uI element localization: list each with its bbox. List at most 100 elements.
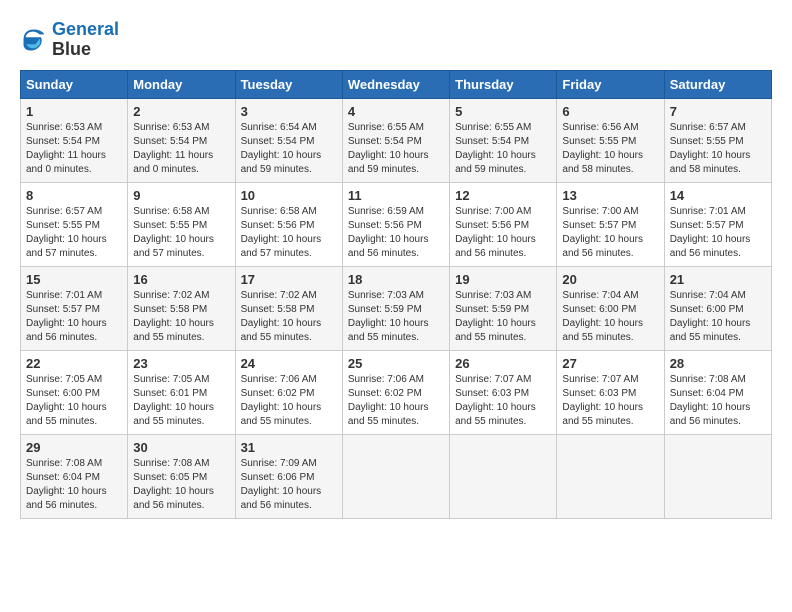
- day-number: 30: [133, 440, 229, 455]
- day-number: 22: [26, 356, 122, 371]
- day-info: Sunrise: 7:00 AM Sunset: 5:57 PM Dayligh…: [562, 205, 658, 261]
- calendar-cell: 10 Sunrise: 6:58 AM Sunset: 5:56 PM Dayl…: [235, 182, 342, 266]
- day-info: Sunrise: 7:02 AM Sunset: 5:58 PM Dayligh…: [133, 289, 229, 345]
- calendar-table: SundayMondayTuesdayWednesdayThursdayFrid…: [20, 70, 772, 519]
- calendar-cell: 26 Sunrise: 7:07 AM Sunset: 6:03 PM Dayl…: [450, 350, 557, 434]
- day-info: Sunrise: 6:59 AM Sunset: 5:56 PM Dayligh…: [348, 205, 444, 261]
- day-number: 1: [26, 104, 122, 119]
- day-number: 13: [562, 188, 658, 203]
- day-number: 8: [26, 188, 122, 203]
- day-number: 28: [670, 356, 766, 371]
- day-info: Sunrise: 6:57 AM Sunset: 5:55 PM Dayligh…: [26, 205, 122, 261]
- calendar-cell: [450, 434, 557, 518]
- day-number: 9: [133, 188, 229, 203]
- calendar-cell: 4 Sunrise: 6:55 AM Sunset: 5:54 PM Dayli…: [342, 98, 449, 182]
- day-info: Sunrise: 7:00 AM Sunset: 5:56 PM Dayligh…: [455, 205, 551, 261]
- calendar-cell: 16 Sunrise: 7:02 AM Sunset: 5:58 PM Dayl…: [128, 266, 235, 350]
- calendar-cell: 21 Sunrise: 7:04 AM Sunset: 6:00 PM Dayl…: [664, 266, 771, 350]
- week-row-2: 8 Sunrise: 6:57 AM Sunset: 5:55 PM Dayli…: [21, 182, 772, 266]
- calendar-cell: [664, 434, 771, 518]
- calendar-cell: 11 Sunrise: 6:59 AM Sunset: 5:56 PM Dayl…: [342, 182, 449, 266]
- day-number: 7: [670, 104, 766, 119]
- weekday-header-row: SundayMondayTuesdayWednesdayThursdayFrid…: [21, 70, 772, 98]
- calendar-cell: 6 Sunrise: 6:56 AM Sunset: 5:55 PM Dayli…: [557, 98, 664, 182]
- week-row-5: 29 Sunrise: 7:08 AM Sunset: 6:04 PM Dayl…: [21, 434, 772, 518]
- day-info: Sunrise: 7:05 AM Sunset: 6:01 PM Dayligh…: [133, 373, 229, 429]
- day-info: Sunrise: 7:08 AM Sunset: 6:04 PM Dayligh…: [26, 457, 122, 513]
- day-number: 31: [241, 440, 337, 455]
- day-info: Sunrise: 7:06 AM Sunset: 6:02 PM Dayligh…: [241, 373, 337, 429]
- day-info: Sunrise: 7:03 AM Sunset: 5:59 PM Dayligh…: [455, 289, 551, 345]
- day-number: 19: [455, 272, 551, 287]
- day-info: Sunrise: 7:09 AM Sunset: 6:06 PM Dayligh…: [241, 457, 337, 513]
- day-info: Sunrise: 7:07 AM Sunset: 6:03 PM Dayligh…: [562, 373, 658, 429]
- calendar-cell: 27 Sunrise: 7:07 AM Sunset: 6:03 PM Dayl…: [557, 350, 664, 434]
- day-info: Sunrise: 7:04 AM Sunset: 6:00 PM Dayligh…: [670, 289, 766, 345]
- weekday-header-thursday: Thursday: [450, 70, 557, 98]
- week-row-3: 15 Sunrise: 7:01 AM Sunset: 5:57 PM Dayl…: [21, 266, 772, 350]
- calendar-cell: 3 Sunrise: 6:54 AM Sunset: 5:54 PM Dayli…: [235, 98, 342, 182]
- day-info: Sunrise: 7:05 AM Sunset: 6:00 PM Dayligh…: [26, 373, 122, 429]
- day-number: 20: [562, 272, 658, 287]
- week-row-1: 1 Sunrise: 6:53 AM Sunset: 5:54 PM Dayli…: [21, 98, 772, 182]
- day-info: Sunrise: 7:04 AM Sunset: 6:00 PM Dayligh…: [562, 289, 658, 345]
- day-info: Sunrise: 7:07 AM Sunset: 6:03 PM Dayligh…: [455, 373, 551, 429]
- calendar-cell: 30 Sunrise: 7:08 AM Sunset: 6:05 PM Dayl…: [128, 434, 235, 518]
- day-info: Sunrise: 7:06 AM Sunset: 6:02 PM Dayligh…: [348, 373, 444, 429]
- day-number: 3: [241, 104, 337, 119]
- logo: General Blue: [20, 20, 119, 60]
- day-info: Sunrise: 6:56 AM Sunset: 5:55 PM Dayligh…: [562, 121, 658, 177]
- calendar-cell: 24 Sunrise: 7:06 AM Sunset: 6:02 PM Dayl…: [235, 350, 342, 434]
- day-number: 26: [455, 356, 551, 371]
- calendar-cell: 20 Sunrise: 7:04 AM Sunset: 6:00 PM Dayl…: [557, 266, 664, 350]
- day-number: 10: [241, 188, 337, 203]
- weekday-header-tuesday: Tuesday: [235, 70, 342, 98]
- calendar-cell: [342, 434, 449, 518]
- weekday-header-monday: Monday: [128, 70, 235, 98]
- day-info: Sunrise: 6:54 AM Sunset: 5:54 PM Dayligh…: [241, 121, 337, 177]
- day-info: Sunrise: 6:53 AM Sunset: 5:54 PM Dayligh…: [133, 121, 229, 177]
- calendar-cell: 29 Sunrise: 7:08 AM Sunset: 6:04 PM Dayl…: [21, 434, 128, 518]
- day-info: Sunrise: 6:58 AM Sunset: 5:55 PM Dayligh…: [133, 205, 229, 261]
- weekday-header-saturday: Saturday: [664, 70, 771, 98]
- day-number: 27: [562, 356, 658, 371]
- calendar-cell: 18 Sunrise: 7:03 AM Sunset: 5:59 PM Dayl…: [342, 266, 449, 350]
- day-number: 5: [455, 104, 551, 119]
- day-number: 15: [26, 272, 122, 287]
- calendar-cell: 2 Sunrise: 6:53 AM Sunset: 5:54 PM Dayli…: [128, 98, 235, 182]
- day-number: 24: [241, 356, 337, 371]
- day-info: Sunrise: 7:03 AM Sunset: 5:59 PM Dayligh…: [348, 289, 444, 345]
- calendar-cell: 12 Sunrise: 7:00 AM Sunset: 5:56 PM Dayl…: [450, 182, 557, 266]
- calendar-cell: 19 Sunrise: 7:03 AM Sunset: 5:59 PM Dayl…: [450, 266, 557, 350]
- calendar-cell: 25 Sunrise: 7:06 AM Sunset: 6:02 PM Dayl…: [342, 350, 449, 434]
- calendar-cell: 31 Sunrise: 7:09 AM Sunset: 6:06 PM Dayl…: [235, 434, 342, 518]
- calendar-cell: 1 Sunrise: 6:53 AM Sunset: 5:54 PM Dayli…: [21, 98, 128, 182]
- calendar-cell: 7 Sunrise: 6:57 AM Sunset: 5:55 PM Dayli…: [664, 98, 771, 182]
- day-info: Sunrise: 7:08 AM Sunset: 6:04 PM Dayligh…: [670, 373, 766, 429]
- day-number: 25: [348, 356, 444, 371]
- day-number: 4: [348, 104, 444, 119]
- calendar-cell: 14 Sunrise: 7:01 AM Sunset: 5:57 PM Dayl…: [664, 182, 771, 266]
- calendar-cell: [557, 434, 664, 518]
- page-header: General Blue: [20, 20, 772, 60]
- day-info: Sunrise: 7:01 AM Sunset: 5:57 PM Dayligh…: [670, 205, 766, 261]
- day-number: 21: [670, 272, 766, 287]
- weekday-header-sunday: Sunday: [21, 70, 128, 98]
- day-info: Sunrise: 7:02 AM Sunset: 5:58 PM Dayligh…: [241, 289, 337, 345]
- weekday-header-wednesday: Wednesday: [342, 70, 449, 98]
- day-info: Sunrise: 6:53 AM Sunset: 5:54 PM Dayligh…: [26, 121, 122, 177]
- day-number: 2: [133, 104, 229, 119]
- day-info: Sunrise: 6:57 AM Sunset: 5:55 PM Dayligh…: [670, 121, 766, 177]
- logo-icon: [20, 26, 48, 54]
- day-info: Sunrise: 6:58 AM Sunset: 5:56 PM Dayligh…: [241, 205, 337, 261]
- calendar-cell: 13 Sunrise: 7:00 AM Sunset: 5:57 PM Dayl…: [557, 182, 664, 266]
- logo-text: General Blue: [52, 20, 119, 60]
- day-info: Sunrise: 6:55 AM Sunset: 5:54 PM Dayligh…: [348, 121, 444, 177]
- day-info: Sunrise: 7:08 AM Sunset: 6:05 PM Dayligh…: [133, 457, 229, 513]
- calendar-cell: 5 Sunrise: 6:55 AM Sunset: 5:54 PM Dayli…: [450, 98, 557, 182]
- day-number: 18: [348, 272, 444, 287]
- day-number: 11: [348, 188, 444, 203]
- calendar-cell: 17 Sunrise: 7:02 AM Sunset: 5:58 PM Dayl…: [235, 266, 342, 350]
- calendar-cell: 8 Sunrise: 6:57 AM Sunset: 5:55 PM Dayli…: [21, 182, 128, 266]
- day-number: 23: [133, 356, 229, 371]
